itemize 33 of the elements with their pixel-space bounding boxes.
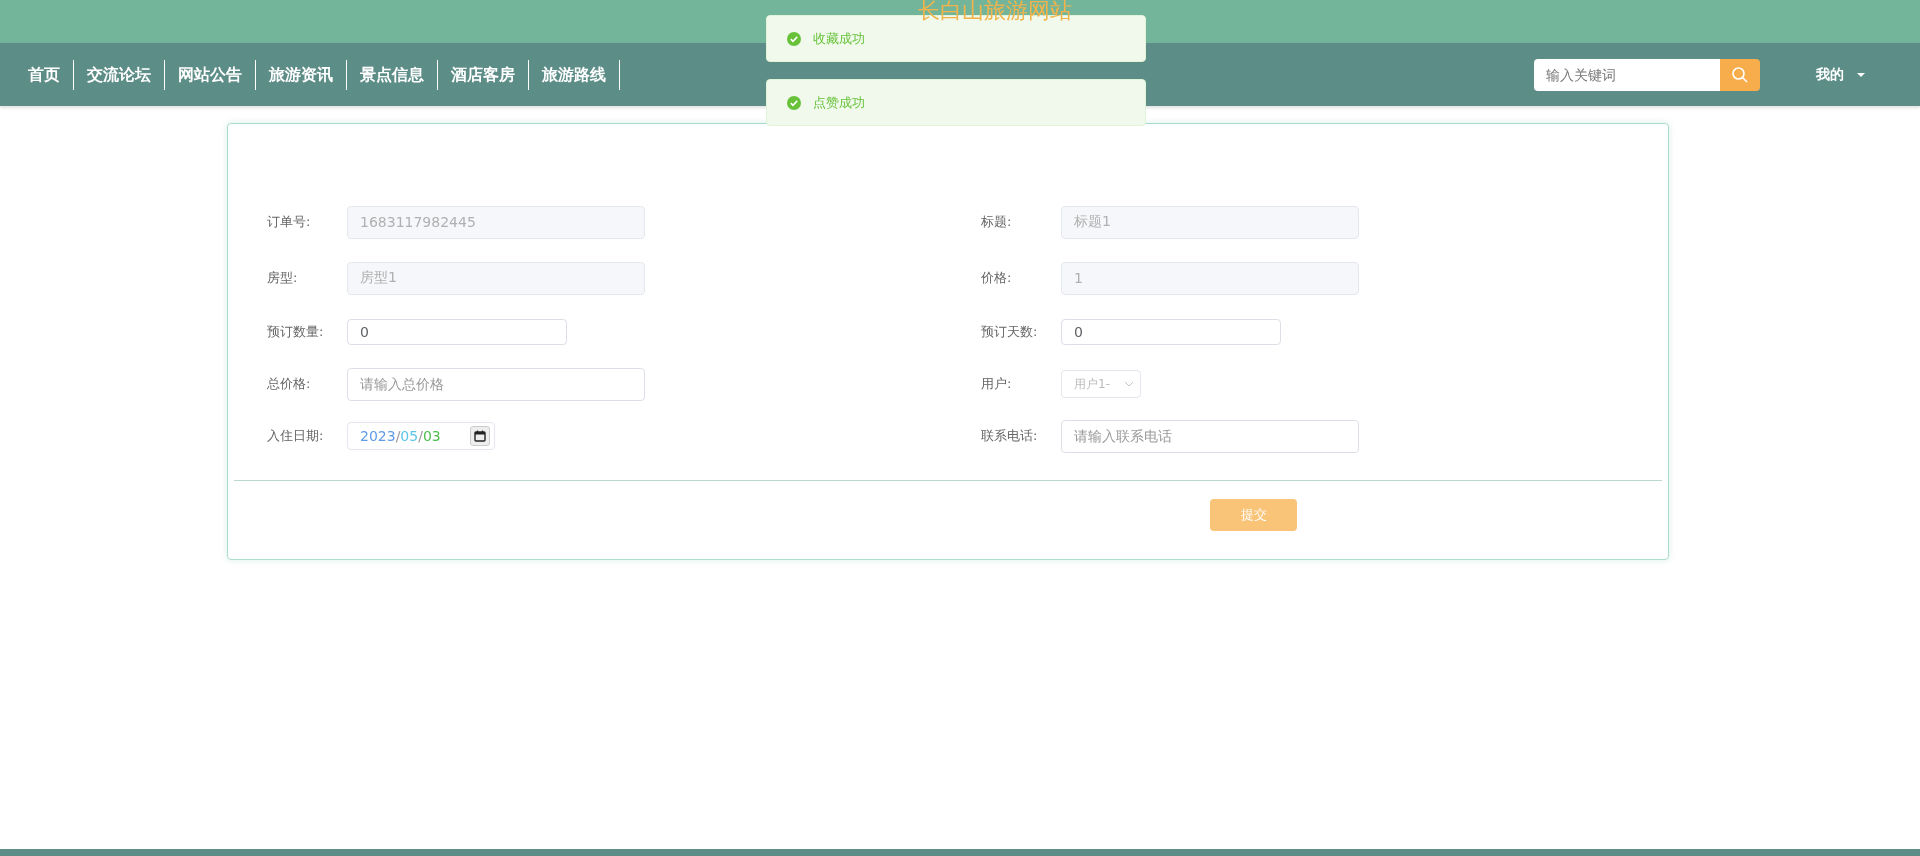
field-label: 价格: xyxy=(981,269,1013,287)
field-label: 订单号: xyxy=(267,213,312,231)
nav-link[interactable]: 景点信息 xyxy=(347,59,438,90)
calendar-icon[interactable] xyxy=(470,426,490,446)
toast-text: 点赞成功 xyxy=(813,93,865,112)
caret-icon xyxy=(1856,71,1866,78)
toast-text: 收藏成功 xyxy=(813,29,865,48)
field-label: 房型: xyxy=(267,269,299,287)
nav-link[interactable]: 首页 xyxy=(18,59,74,90)
search-button[interactable] xyxy=(1720,58,1760,91)
nav-link[interactable]: 旅游路线 xyxy=(529,59,620,90)
field-label: 联系电话: xyxy=(981,427,1039,445)
date-field[interactable]: 2023/05/03 xyxy=(347,422,495,450)
success-icon xyxy=(787,31,801,46)
field-label: 预订数量: xyxy=(267,323,325,341)
search-icon xyxy=(1731,65,1749,84)
field-label: 标题: xyxy=(981,213,1013,231)
input-field[interactable]: 请输入联系电话 xyxy=(1061,419,1359,453)
input-field[interactable]: 0 xyxy=(347,319,567,345)
nav-link[interactable]: 网站公告 xyxy=(165,59,256,90)
field-label: 用户: xyxy=(981,375,1013,393)
field-label: 入住日期: xyxy=(267,427,325,445)
input-field[interactable]: 请输入总价格 xyxy=(347,367,645,401)
field-label: 总价格: xyxy=(267,375,312,393)
field-label: 预订天数: xyxy=(981,323,1039,341)
search-field[interactable]: 输入关键词 xyxy=(1534,58,1720,91)
nav-link[interactable]: 旅游资讯 xyxy=(256,59,347,90)
input-field[interactable]: 0 xyxy=(1061,319,1281,345)
nav-link[interactable]: 酒店客房 xyxy=(438,59,529,90)
user-menu[interactable]: 我的 xyxy=(1810,61,1872,88)
chevron-down-icon xyxy=(1124,381,1134,387)
success-icon xyxy=(787,95,801,110)
nav-link[interactable]: 交流论坛 xyxy=(74,59,165,90)
